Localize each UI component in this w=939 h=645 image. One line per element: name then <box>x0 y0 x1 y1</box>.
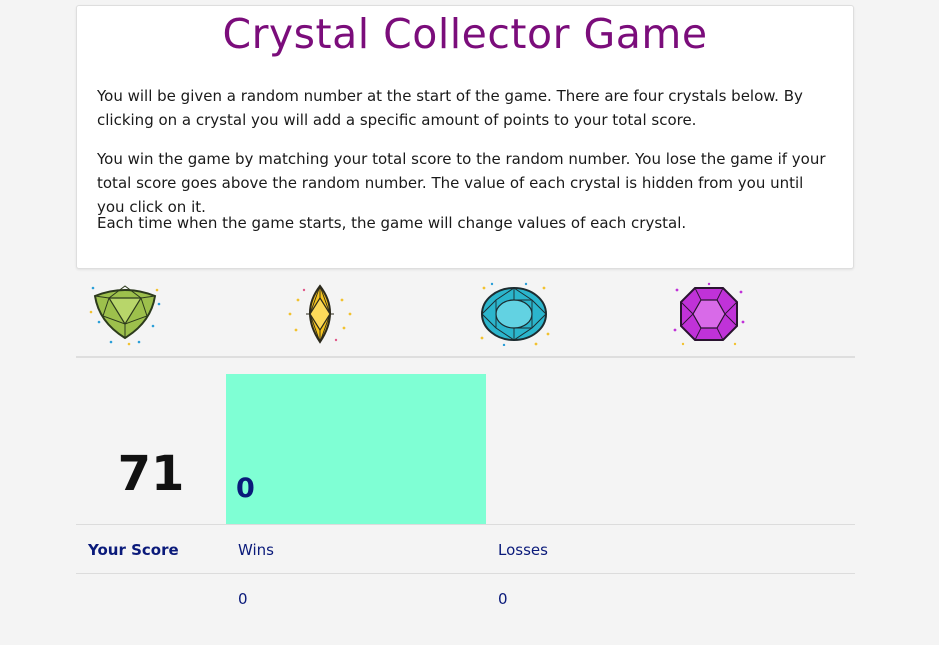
page-title: Crystal Collector Game <box>222 10 708 58</box>
total-score-box: 0 <box>226 374 486 524</box>
losses-label: Losses <box>498 541 548 559</box>
purple-crystal-icon <box>673 282 745 346</box>
instruction-paragraph: Each time when the game starts, the game… <box>97 214 687 232</box>
wins-value: 0 <box>238 590 248 608</box>
yellow-crystal-icon <box>288 284 352 344</box>
instruction-paragraph: You will be given a random number at the… <box>97 87 803 129</box>
stats-header-row: Your Score Wins Losses <box>76 524 855 573</box>
green-crystal-button[interactable] <box>89 282 161 346</box>
crystal-row <box>76 270 855 358</box>
wins-label: Wins <box>238 541 274 559</box>
green-crystal-icon <box>89 285 161 346</box>
score-row: 71 0 <box>76 374 855 524</box>
intro-card: Crystal Collector Game You will be given… <box>76 5 854 269</box>
stats-table: Your Score Wins Losses 0 0 <box>76 524 855 622</box>
yellow-crystal-button[interactable] <box>284 282 356 346</box>
blue-crystal-icon <box>480 282 550 346</box>
blue-crystal-button[interactable] <box>478 282 550 346</box>
total-score-value: 0 <box>236 473 255 504</box>
losses-value: 0 <box>498 590 508 608</box>
your-score-label: Your Score <box>88 541 179 559</box>
stats-value-row: 0 0 <box>76 573 855 622</box>
purple-crystal-button[interactable] <box>673 282 745 346</box>
page: Crystal Collector Game You will be given… <box>0 0 939 645</box>
random-number: 71 <box>117 446 185 502</box>
instruction-paragraph: You win the game by matching your total … <box>97 150 826 216</box>
